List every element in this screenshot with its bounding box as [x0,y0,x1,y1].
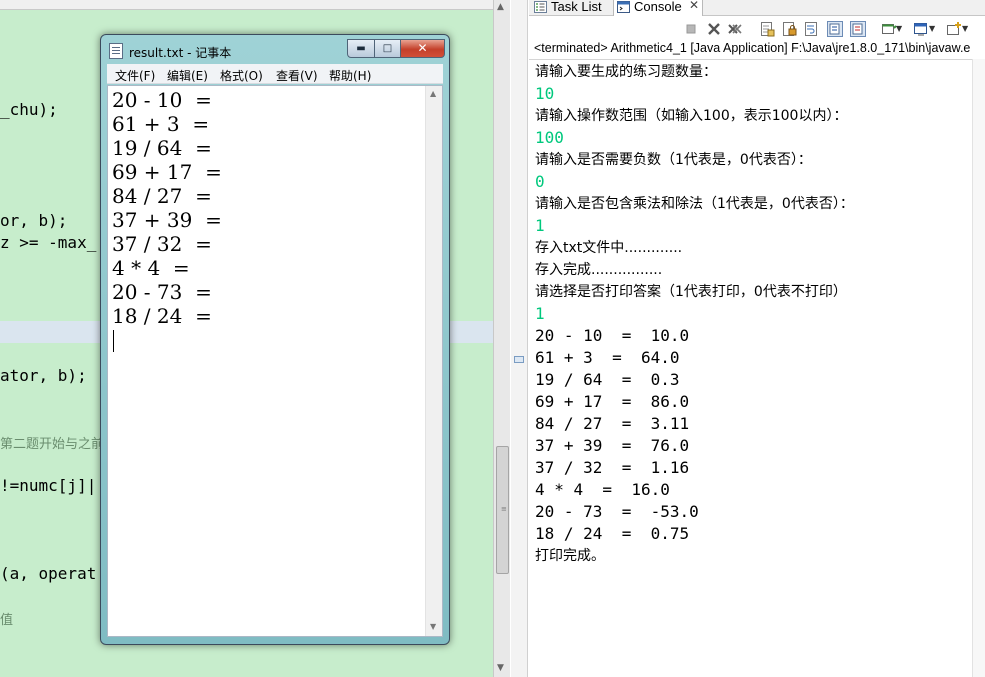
editor-scrollbar-thumb[interactable]: ≡ [496,446,509,574]
code-line: (a, operat [0,564,97,583]
grip-icon: ≡ [501,505,507,513]
scroll-lock-icon[interactable] [781,21,797,37]
notepad-line: 84 / 27 = [112,184,212,208]
show-stdout-icon[interactable] [827,21,843,37]
pin-console-icon[interactable] [881,21,897,37]
chevron-down-icon[interactable]: ▼ [962,21,978,37]
show-stderr-icon[interactable] [850,21,866,37]
notepad-line: 20 - 73 = [112,280,212,304]
terminate-icon[interactable] [683,21,699,37]
process-status-line: <terminated> Arithmetic4_1 [Java Applica… [534,41,971,55]
tab-label: Console [634,0,682,14]
window-title: result.txt - 记事本 [129,46,232,60]
minimize-button[interactable]: ▬ [347,39,375,58]
task-list-icon [534,1,547,13]
code-line: _chu); [0,100,58,119]
scroll-down-icon[interactable]: ▼ [497,663,504,673]
console-line-prompt: 请选择是否打印答案（1代表打印，0代表不打印） [535,284,847,300]
console-icon [617,1,630,13]
console-line-out: 18 / 24 = 0.75 [535,524,690,543]
remove-launch-icon[interactable] [706,21,722,37]
menu-file[interactable]: 文件(F) [115,67,155,84]
display-console-icon[interactable] [913,21,929,37]
notepad-text-area[interactable]: 20 - 10 = 61 + 3 = 19 / 64 = 69 + 17 = 84 / … [107,85,443,637]
console-line-input: 100 [535,128,564,147]
console-toolbar: ▼ ▼ ▼ [529,17,985,41]
menu-format[interactable]: 格式(O) [220,67,263,84]
scroll-down-icon[interactable]: ▼ [430,622,436,631]
scroll-up-icon[interactable]: ▲ [430,89,436,98]
overview-ruler[interactable] [511,0,528,677]
console-line-prompt: 存入txt文件中............. [535,240,683,256]
clear-console-icon[interactable] [759,21,775,37]
notepad-title-bar[interactable]: result.txt - 记事本 ▬ □ ✕ [107,39,445,61]
console-line-input: 0 [535,172,545,191]
console-line-prompt: 存入完成................ [535,262,663,278]
menu-edit[interactable]: 编辑(E) [167,67,208,84]
menu-help[interactable]: 帮助(H) [329,67,371,84]
notepad-line: 19 / 64 = [112,136,212,160]
notepad-line: 4 * 4 = [112,256,190,280]
notepad-line: 61 + 3 = [112,112,210,136]
notepad-window: result.txt - 记事本 ▬ □ ✕ 文件(F) 编辑(E) 格式(O)… [100,34,450,645]
console-line-input: 1 [535,304,545,323]
console-line-prompt: 打印完成。 [535,548,605,564]
console-line-out: 37 + 39 = 76.0 [535,436,690,455]
annotation-marker-icon[interactable] [514,356,524,363]
text-caret [113,330,114,352]
chevron-down-icon[interactable]: ▼ [896,21,912,37]
console-line-out: 20 - 73 = -53.0 [535,502,699,521]
code-line: or, b); [0,211,68,230]
console-line-prompt: 请输入操作数范围（如输入100，表示100以内）： [535,108,848,124]
notepad-line: 20 - 10 = [112,88,212,112]
notepad-line: 18 / 24 = [112,304,212,328]
tab-console[interactable]: Console ✕ [613,0,703,16]
console-line-input: 10 [535,84,555,103]
maximize-icon: □ [382,43,393,54]
console-line-prompt: 请输入是否需要负数（1代表是，0代表否）： [535,152,812,168]
maximize-button[interactable]: □ [374,39,401,58]
tab-label: Task List [551,0,602,14]
console-line-out: 84 / 27 = 3.11 [535,414,690,433]
console-line-out: 4 * 4 = 16.0 [535,480,670,499]
code-line: ator, b); [0,366,87,385]
close-tab-icon[interactable]: ✕ [689,0,699,12]
console-line-out: 69 + 17 = 86.0 [535,392,690,411]
notepad-app-icon[interactable] [109,43,123,59]
editor-top-strip [0,0,493,10]
notepad-line: 37 / 32 = [112,232,212,256]
editor-scrollbar[interactable]: ▲ ≡ ▼ [493,0,510,677]
notepad-line: 37 + 39 = [112,208,222,232]
console-line-out: 19 / 64 = 0.3 [535,370,680,389]
console-scrollbar[interactable] [972,59,985,677]
notepad-menu-bar: 文件(F) 编辑(E) 格式(O) 查看(V) 帮助(H) [107,64,443,84]
console-line-prompt: 请输入是否包含乘法和除法（1代表是，0代表否）： [535,196,854,212]
chevron-down-icon[interactable]: ▼ [929,21,945,37]
console-line-prompt: 请输入要生成的练习题数量： [535,64,717,80]
notepad-line: 69 + 17 = [112,160,222,184]
word-wrap-icon[interactable] [803,21,819,37]
console-view: Task List Console ✕ ▼ ▼ ▼ <terminated> A… [529,0,985,677]
remove-all-icon[interactable] [727,21,743,37]
code-line: z >= -max_ [0,233,97,252]
console-line-out: 61 + 3 = 64.0 [535,348,680,367]
minimize-icon: ▬ [356,43,366,54]
code-comment: 第二题开始与之前 [0,437,105,452]
console-output[interactable]: 请输入要生成的练习题数量： 10 请输入操作数范围（如输入100，表示100以内）：… [529,59,972,677]
close-icon: ✕ [417,41,428,55]
close-button[interactable]: ✕ [400,39,445,58]
tab-task-list[interactable]: Task List [531,0,611,16]
view-tab-bar: Task List Console ✕ [529,0,985,16]
menu-view[interactable]: 查看(V) [276,67,318,84]
notepad-scrollbar[interactable]: ▲ ▼ [425,86,442,636]
scroll-up-icon[interactable]: ▲ [497,2,504,12]
console-line-input: 1 [535,216,545,235]
console-line-out: 20 - 10 = 10.0 [535,326,690,345]
console-line-out: 37 / 32 = 1.16 [535,458,690,477]
open-console-icon[interactable] [946,21,962,37]
code-line: !=numc[j]| [0,476,97,495]
code-comment: 值 [0,613,14,628]
